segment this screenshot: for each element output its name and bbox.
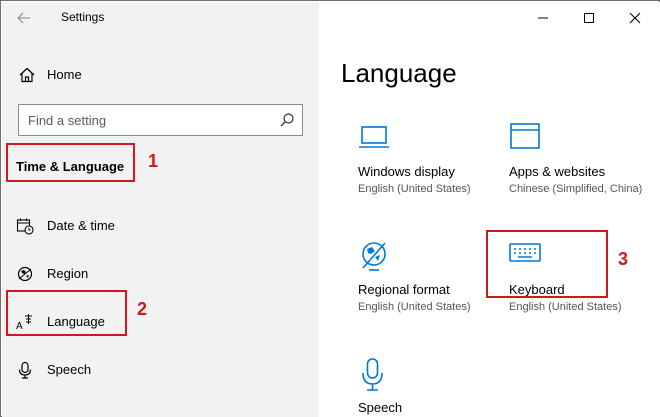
sidebar-item-home[interactable]: Home (2, 58, 319, 92)
close-button[interactable] (612, 2, 658, 34)
sidebar-item-region[interactable]: Region (2, 257, 319, 291)
annotation-box-3 (486, 230, 608, 298)
search-box[interactable] (18, 104, 303, 136)
tile-subtitle: English (United States) (509, 301, 622, 313)
annotation-number-3: 3 (618, 249, 629, 269)
close-icon (629, 12, 641, 24)
settings-window: Settings Home Time & Language Date & t (0, 0, 660, 417)
home-icon (19, 67, 35, 83)
annotation-number-2: 2 (137, 299, 148, 319)
microphone-icon (18, 361, 32, 379)
maximize-icon (584, 13, 594, 23)
sidebar-item-date-time[interactable]: Date & time (2, 209, 319, 243)
tile-subtitle: English (United States) (358, 301, 471, 313)
back-button[interactable] (14, 8, 34, 28)
sidebar-item-label: Home (47, 67, 82, 82)
annotation-box-1 (6, 143, 135, 182)
minimize-icon (538, 17, 548, 19)
globe-icon (17, 266, 33, 282)
tile-speech[interactable]: Speech (358, 358, 508, 417)
window-icon (510, 123, 540, 149)
tile-title: Speech (358, 400, 403, 415)
tile-title: Apps & websites (509, 164, 606, 179)
sidebar-item-label: Date & time (47, 218, 115, 233)
annotation-box-2 (6, 290, 127, 336)
minimize-button[interactable] (520, 2, 566, 34)
search-icon[interactable] (279, 112, 295, 128)
tile-title: Regional format (358, 282, 450, 297)
page-title: Language (341, 58, 457, 88)
calendar-clock-icon (16, 218, 34, 235)
monitor-icon (359, 126, 389, 148)
sidebar-item-speech[interactable]: Speech (2, 353, 319, 387)
tile-subtitle: Chinese (Simplified, China) (509, 183, 643, 195)
sidebar-item-label: Speech (47, 362, 92, 377)
main-content: Language Windows display English (United… (319, 2, 660, 417)
annotation-number-1: 1 (148, 151, 159, 171)
globe-format-icon (362, 242, 386, 271)
title-bar: Settings (2, 2, 319, 34)
sidebar: Settings Home Time & Language Date & t (2, 2, 319, 417)
search-input[interactable] (19, 105, 269, 135)
arrow-left-icon (17, 12, 30, 24)
tile-title: Windows display (358, 164, 455, 179)
sidebar-item-label: Region (47, 266, 89, 281)
microphone-icon (362, 358, 383, 391)
window-controls (520, 2, 660, 34)
tile-windows-display[interactable]: Windows display English (United States) (358, 122, 508, 202)
app-title: Settings (61, 10, 105, 24)
tile-subtitle: English (United States) (358, 183, 471, 195)
tile-apps-websites[interactable]: Apps & websites Chinese (Simplified, Chi… (509, 122, 659, 218)
maximize-button[interactable] (566, 2, 612, 34)
